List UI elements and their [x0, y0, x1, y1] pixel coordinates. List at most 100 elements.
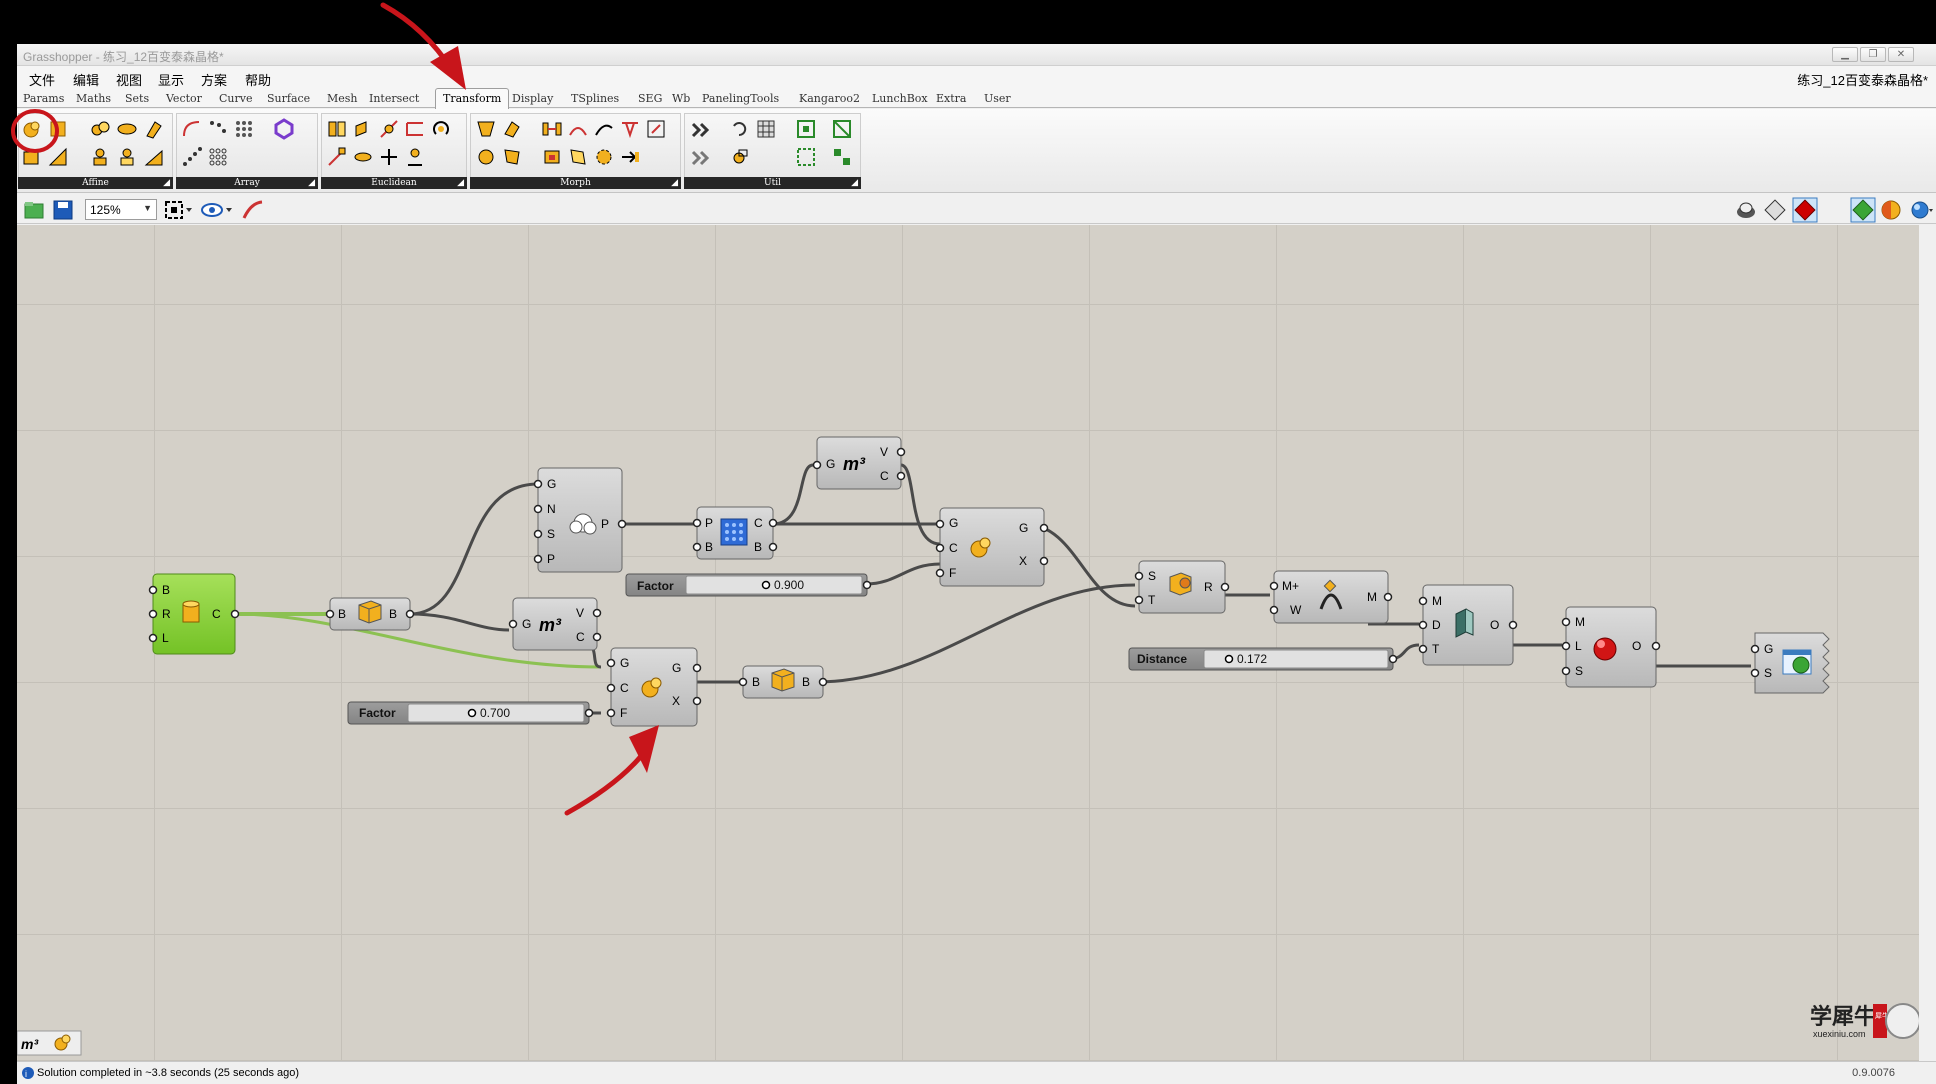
svg-text:P: P — [601, 517, 609, 531]
scale-node-1[interactable]: G C F G X — [939, 507, 1045, 587]
screen: Grasshopper - 练习_12百变泰森晶格* ▁ ❐ ✕ 文件 编辑 视… — [0, 0, 1936, 1084]
wires — [234, 463, 1751, 715]
brep-param-node[interactable]: B R L C — [152, 573, 236, 655]
svg-text:P: P — [547, 552, 555, 566]
sketch-pen-icon[interactable] — [241, 199, 265, 221]
svg-text:M: M — [1432, 594, 1442, 608]
display-wireframe-icon[interactable] — [1735, 199, 1757, 221]
preview-mesh-icon[interactable] — [1850, 197, 1876, 223]
bounding-box-node-1[interactable]: B B — [329, 597, 411, 631]
svg-text:M+: M+ — [1282, 579, 1299, 593]
person2-icon[interactable] — [116, 146, 138, 168]
status-message: Solution completed in ~3.8 seconds (25 s… — [37, 1067, 300, 1079]
svg-text:i: i — [25, 1069, 27, 1079]
svg-text:xuexiniu.com: xuexiniu.com — [1813, 1029, 1866, 1039]
open-file-icon[interactable] — [23, 199, 45, 221]
svg-text:O: O — [1632, 639, 1641, 653]
stretch-icon[interactable] — [475, 146, 497, 168]
group-label: Euclidean ◢ — [321, 177, 467, 189]
svg-text:T: T — [1432, 642, 1440, 656]
slider-handle[interactable] — [761, 580, 771, 590]
scale-node-2[interactable]: G C F G X — [610, 647, 698, 727]
svg-text:S: S — [547, 527, 555, 541]
zoom-select[interactable]: 125% ▼ — [85, 199, 157, 220]
volume-icon: m³ — [843, 454, 866, 474]
distance-slider[interactable]: Distance 0.172 — [1128, 647, 1398, 671]
svg-text:B: B — [338, 607, 346, 621]
svg-text:W: W — [1290, 603, 1302, 617]
preview-eye-icon[interactable] — [200, 199, 234, 221]
preview-material-icon[interactable] — [1880, 199, 1902, 221]
slider-label: Factor — [359, 706, 396, 720]
factor-slider-2[interactable]: Factor 0.700 — [347, 701, 594, 725]
status-icon: i — [22, 1067, 34, 1079]
populate-geometry-node[interactable]: G N S P P — [537, 467, 623, 573]
zoom-extents-icon[interactable] — [163, 199, 193, 221]
group-icon[interactable] — [729, 146, 751, 168]
svg-text:O: O — [1490, 618, 1499, 632]
linear-array-icon[interactable] — [181, 146, 203, 168]
volume-icon[interactable]: m³ — [21, 1036, 38, 1052]
factor-slider-1[interactable]: Factor 0.900 — [625, 573, 872, 597]
twisted-box-icon[interactable] — [567, 146, 589, 168]
split-group-icon[interactable] — [831, 146, 853, 168]
group-label: Morph ◢ — [470, 177, 681, 189]
slider-value: 0.900 — [774, 578, 804, 592]
grasshopper-canvas[interactable]: B R L C B B G N S P P P B C B G V C m³ G… — [17, 225, 1919, 1061]
compound2-icon[interactable] — [689, 146, 711, 168]
solid-union-node[interactable]: S T R — [1138, 560, 1226, 614]
bounding-box-node-2[interactable]: B B — [742, 665, 824, 699]
svg-text:F: F — [620, 706, 627, 720]
svg-text:C: C — [754, 516, 763, 530]
svg-text:G: G — [949, 516, 958, 530]
ungroup-icon[interactable] — [795, 146, 817, 168]
volume-node-1[interactable]: G V C m³ — [816, 436, 902, 490]
svg-text:C: C — [949, 541, 958, 555]
svg-text:X: X — [672, 694, 680, 708]
slider-handle[interactable] — [1224, 654, 1234, 664]
slider-value: 0.700 — [480, 706, 510, 720]
solid-union-icon — [1169, 572, 1192, 596]
rotate-axis-icon[interactable] — [352, 146, 374, 168]
display-shaded-icon[interactable] — [1764, 199, 1786, 221]
rectangle-mapping-icon[interactable] — [143, 146, 165, 168]
morph-arrow-icon[interactable] — [619, 146, 641, 168]
box-array-icon[interactable] — [207, 146, 229, 168]
annotation-arrow-bottom — [564, 725, 659, 816]
mirror-surface-icon[interactable] — [593, 146, 615, 168]
svg-text:C: C — [576, 630, 585, 644]
canvas-toolbar: 125% ▼ — [17, 194, 1936, 224]
surface-box-icon[interactable] — [501, 146, 523, 168]
save-file-icon[interactable] — [52, 199, 74, 221]
grasshopper-window: Grasshopper - 练习_12百变泰森晶格* ▁ ❐ ✕ 文件 编辑 视… — [11, 44, 1936, 1084]
svg-text:G: G — [1764, 642, 1773, 656]
mesh-brep-node[interactable]: M+ W M — [1273, 570, 1389, 624]
svg-text:B: B — [754, 540, 762, 554]
rotate-3d-icon[interactable] — [378, 146, 400, 168]
svg-text:G: G — [672, 661, 681, 675]
offset-icon — [1455, 608, 1474, 638]
slider-handle[interactable] — [467, 708, 477, 718]
svg-text:X: X — [1019, 554, 1027, 568]
svg-text:S: S — [1148, 569, 1156, 583]
svg-text:L: L — [162, 631, 169, 645]
svg-text:学犀牛: 学犀牛 — [1810, 1004, 1876, 1029]
annotation-arrow-top — [380, 2, 466, 90]
surface-morph-icon[interactable] — [541, 146, 563, 168]
box-icon — [358, 600, 382, 624]
svg-text:G: G — [522, 617, 531, 631]
move-to-plane-icon[interactable] — [326, 146, 348, 168]
svg-text:S: S — [1764, 666, 1772, 680]
display-selected-icon[interactable] — [1792, 197, 1818, 223]
smooth-mesh-node[interactable]: M L S O — [1565, 606, 1657, 688]
svg-text:B: B — [389, 607, 397, 621]
svg-text:C: C — [212, 607, 221, 621]
orient-person-icon[interactable] — [404, 146, 426, 168]
voronoi-3d-node[interactable]: P B C B — [696, 506, 774, 560]
person-icon[interactable] — [89, 146, 111, 168]
svg-text:G: G — [826, 457, 835, 471]
offset-mesh-node[interactable]: M D T O — [1422, 584, 1514, 666]
custom-preview-node[interactable]: G S — [1754, 632, 1830, 694]
volume-node-2[interactable]: G V C m³ — [512, 597, 598, 651]
sphere-options-icon[interactable] — [1910, 199, 1934, 221]
